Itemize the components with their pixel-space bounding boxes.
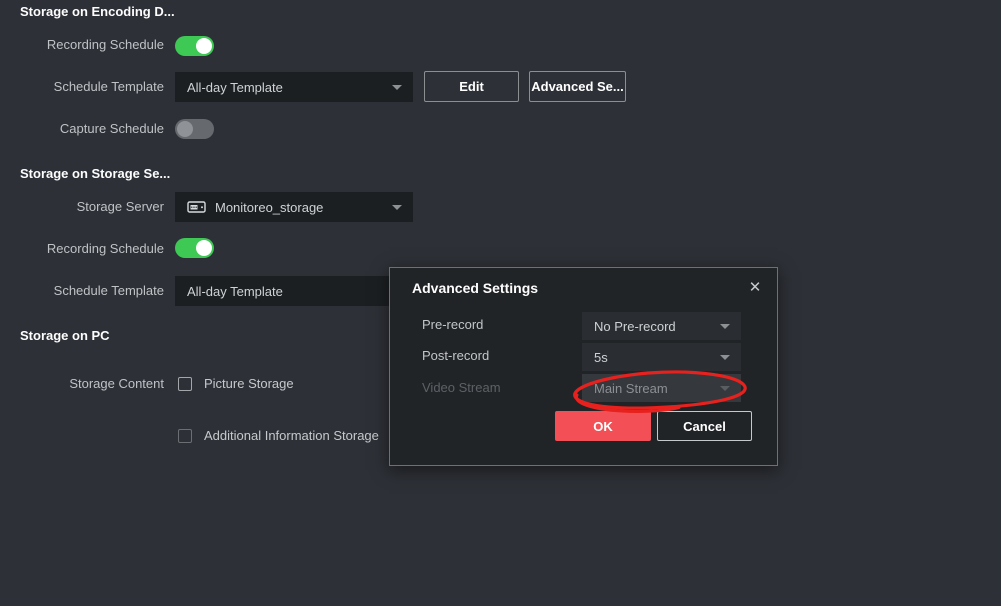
pre-record-label: Pre-record: [422, 317, 552, 332]
schedule-template-dropdown[interactable]: All-day Template: [175, 72, 413, 102]
video-stream-value: Main Stream: [594, 381, 668, 396]
chevron-down-icon: [720, 386, 730, 391]
recording-schedule-toggle-server[interactable]: [175, 238, 214, 258]
toggle-knob: [196, 240, 212, 256]
schedule-template-label: Schedule Template: [0, 283, 164, 299]
schedule-template-dropdown-server[interactable]: All-day Template: [175, 276, 413, 306]
recording-schedule-label: Recording Schedule: [0, 37, 164, 53]
schedule-template-label: Schedule Template: [0, 79, 164, 95]
post-record-label: Post-record: [422, 348, 552, 363]
section-title-storage-pc: Storage on PC: [20, 328, 110, 344]
schedule-template-value: All-day Template: [187, 284, 283, 299]
picture-storage-label: Picture Storage: [204, 376, 294, 392]
toggle-knob: [177, 121, 193, 137]
recording-schedule-label: Recording Schedule: [0, 241, 164, 257]
chevron-down-icon: [392, 205, 402, 210]
edit-button[interactable]: Edit: [424, 71, 519, 102]
video-stream-dropdown: Main Stream: [582, 374, 741, 402]
storage-server-device-icon: [187, 200, 206, 214]
cancel-button[interactable]: Cancel: [657, 411, 752, 441]
video-stream-label: Video Stream: [422, 380, 552, 395]
storage-content-label: Storage Content: [0, 376, 164, 392]
pre-record-dropdown[interactable]: No Pre-record: [582, 312, 741, 340]
storage-server-label: Storage Server: [0, 199, 164, 215]
chevron-down-icon: [720, 355, 730, 360]
storage-server-value: Monitoreo_storage: [215, 200, 323, 215]
storage-server-dropdown[interactable]: Monitoreo_storage: [175, 192, 413, 222]
advanced-settings-button[interactable]: Advanced Se...: [529, 71, 626, 102]
chevron-down-icon: [720, 324, 730, 329]
post-record-dropdown[interactable]: 5s: [582, 343, 741, 371]
picture-storage-checkbox[interactable]: [178, 377, 192, 391]
chevron-down-icon: [392, 85, 402, 90]
pre-record-value: No Pre-record: [594, 319, 676, 334]
dialog-title: Advanced Settings: [412, 280, 538, 296]
close-icon[interactable]: ✕: [745, 277, 765, 297]
post-record-value: 5s: [594, 350, 608, 365]
recording-schedule-toggle[interactable]: [175, 36, 214, 56]
additional-info-storage-checkbox[interactable]: [178, 429, 192, 443]
advanced-settings-dialog: Advanced Settings ✕ Pre-record No Pre-re…: [389, 267, 778, 466]
capture-schedule-toggle[interactable]: [175, 119, 214, 139]
schedule-template-value: All-day Template: [187, 80, 283, 95]
section-title-encoding-device: Storage on Encoding D...: [20, 4, 175, 20]
capture-schedule-label: Capture Schedule: [0, 121, 164, 137]
toggle-knob: [196, 38, 212, 54]
additional-info-storage-label: Additional Information Storage: [204, 428, 379, 444]
section-title-storage-server: Storage on Storage Se...: [20, 166, 170, 182]
storage-settings-page: Storage on Encoding D... Recording Sched…: [0, 0, 1001, 606]
ok-button[interactable]: OK: [555, 411, 651, 441]
